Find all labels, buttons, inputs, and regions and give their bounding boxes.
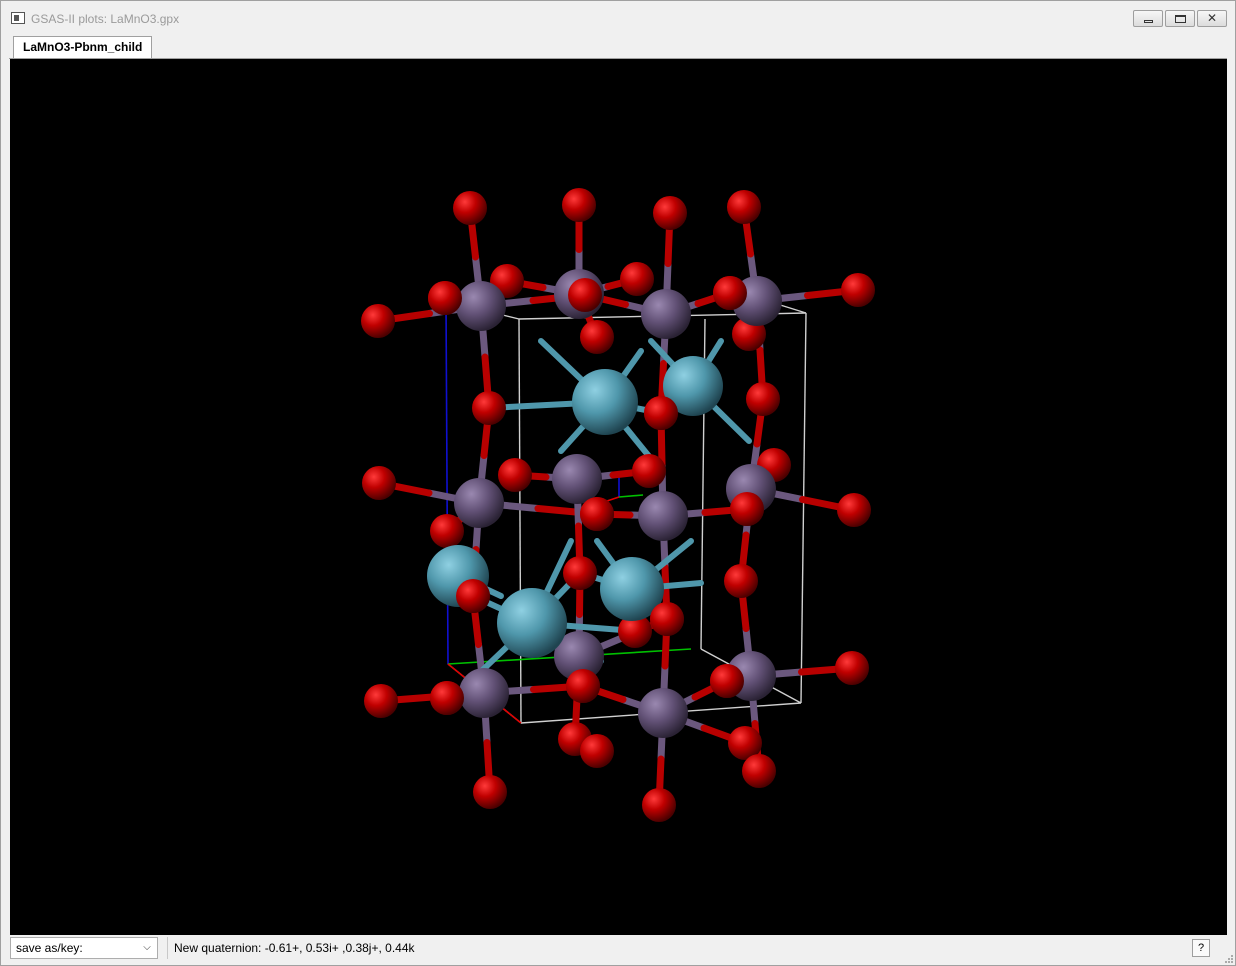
oxygen-atom <box>642 788 676 822</box>
tab-lamno3-pbnm-child[interactable]: LaMnO3-Pbnm_child <box>13 36 153 58</box>
oxygen-atom-front <box>456 579 490 613</box>
manganese-atom <box>638 491 688 541</box>
lanthanum-atom <box>497 588 567 658</box>
oxygen-atom <box>473 775 507 809</box>
oxygen-atom <box>580 320 614 354</box>
oxygen-atom <box>653 196 687 230</box>
oxygen-atom <box>620 262 654 296</box>
manganese-atom <box>459 668 509 718</box>
oxygen-atom <box>742 754 776 788</box>
app-icon <box>11 12 25 24</box>
oxygen-atom-front <box>430 681 464 715</box>
oxygen-atom-front <box>713 276 747 310</box>
oxygen-atom <box>632 454 666 488</box>
manganese-atom <box>641 289 691 339</box>
structure-3d-canvas[interactable] <box>10 59 1227 935</box>
close-icon: ✕ <box>1206 11 1218 25</box>
cell-edge <box>518 318 522 724</box>
oxygen-atom <box>727 190 761 224</box>
plot-tabs: LaMnO3-Pbnm_child <box>9 34 1227 59</box>
window-controls: ✕ <box>1131 10 1227 27</box>
oxygen-atom <box>430 514 464 548</box>
status-message: New quaternion: -0.61+, 0.53i+ ,0.38j+, … <box>167 937 1189 959</box>
axis-line <box>445 300 449 665</box>
help-button[interactable]: ? <box>1192 939 1210 957</box>
maximize-icon <box>1175 15 1186 23</box>
oxygen-atom <box>498 458 532 492</box>
minimize-button[interactable] <box>1133 10 1163 27</box>
maximize-button[interactable] <box>1165 10 1195 27</box>
oxygen-atom-front <box>580 497 614 531</box>
oxygen-atom <box>362 466 396 500</box>
oxygen-atom-front <box>730 492 764 526</box>
manganese-atom <box>638 688 688 738</box>
oxygen-atom <box>837 493 871 527</box>
manganese-atom <box>454 478 504 528</box>
plot-window: GSAS-II plots: LaMnO3.gpx ✕ LaMnO3-Pbnm_… <box>0 0 1236 966</box>
title-bar[interactable]: GSAS-II plots: LaMnO3.gpx ✕ <box>1 1 1235 35</box>
oxygen-atom-front <box>428 281 462 315</box>
resize-grip-icon[interactable] <box>1223 953 1233 963</box>
manganese-atom <box>456 281 506 331</box>
oxygen-atom-front <box>566 669 600 703</box>
oxygen-atom <box>835 651 869 685</box>
oxygen-atom-front <box>650 602 684 636</box>
oxygen-atom <box>453 191 487 225</box>
oxygen-atom <box>746 382 780 416</box>
oxygen-atom <box>472 391 506 425</box>
oxygen-atom <box>562 188 596 222</box>
crystal-structure-view[interactable] <box>10 59 1227 935</box>
minimize-icon <box>1144 20 1153 23</box>
close-button[interactable]: ✕ <box>1197 10 1227 27</box>
save-key-select[interactable]: save as/key: ⌵ <box>10 937 158 959</box>
oxygen-atom-front <box>568 278 602 312</box>
save-key-select-value: save as/key: <box>16 941 83 955</box>
axis-gizmo-line <box>618 494 644 498</box>
chevron-down-icon: ⌵ <box>143 942 151 953</box>
cell-edge <box>800 312 807 704</box>
oxygen-atom <box>563 556 597 590</box>
oxygen-atom <box>361 304 395 338</box>
oxygen-atom-front <box>644 396 678 430</box>
axis-gizmo-line <box>606 496 620 502</box>
lanthanum-atom <box>572 369 638 435</box>
oxygen-atom <box>724 564 758 598</box>
status-bar: save as/key: ⌵ New quaternion: -0.61+, 0… <box>1 935 1235 965</box>
oxygen-atom <box>364 684 398 718</box>
manganese-atom <box>552 454 602 504</box>
oxygen-atom <box>580 734 614 768</box>
oxygen-atom <box>841 273 875 307</box>
window-title: GSAS-II plots: LaMnO3.gpx <box>31 12 180 26</box>
oxygen-atom-front <box>710 664 744 698</box>
